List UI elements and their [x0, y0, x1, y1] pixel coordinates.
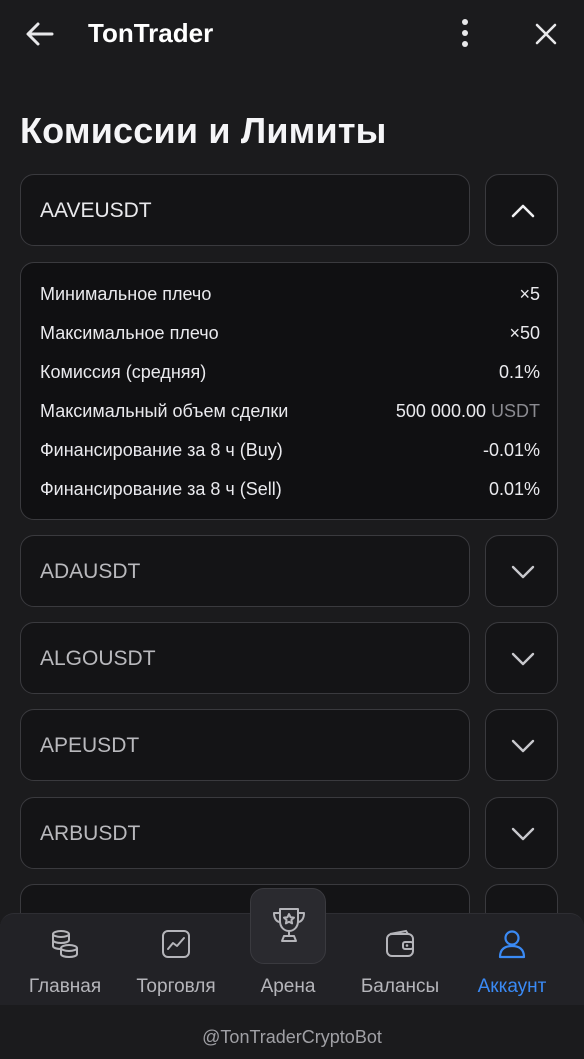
symbol-label: APEUSDT — [40, 734, 140, 757]
detail-row-max-leverage: Максимальное плечо ×50 — [40, 319, 540, 347]
symbol-label: ADAUSDT — [40, 560, 141, 583]
coins-icon — [52, 930, 78, 959]
symbol-selector-adausdt[interactable]: ADAUSDT — [20, 535, 470, 607]
detail-label: Финансирование за 8 ч (Sell) — [40, 479, 282, 499]
detail-label: Минимальное плечо — [40, 284, 212, 304]
nav-label: Главная — [28, 976, 102, 997]
detail-value: ×5 — [519, 284, 540, 304]
chevron-down-icon — [511, 652, 535, 666]
symbol-label: ARBUSDT — [40, 822, 141, 845]
chart-icon — [162, 930, 190, 958]
detail-value: ×50 — [509, 323, 540, 343]
user-icon — [498, 930, 526, 959]
detail-value: 0.1% — [498, 362, 540, 382]
detail-row-min-leverage: Минимальное плечо ×5 — [40, 280, 540, 308]
nav-item-home[interactable]: Главная — [10, 928, 120, 1000]
footer: @TonTraderCryptoBot — [0, 1005, 584, 1059]
nav-label: Арена — [260, 976, 316, 997]
symbol-label: ALGOUSDT — [40, 647, 156, 670]
chevron-up-icon — [511, 204, 535, 218]
detail-row-max-volume: Максимальный объем сделки 500 000.00 USD… — [40, 397, 540, 425]
collapse-button[interactable] — [485, 174, 558, 246]
arena-button[interactable] — [250, 888, 326, 964]
detail-row-commission: Комиссия (средняя) 0.1% — [40, 358, 540, 386]
back-arrow-icon[interactable] — [22, 18, 58, 50]
nav-label: Торговля — [136, 976, 216, 997]
detail-label: Максимальный объем сделки — [40, 401, 289, 421]
limits-details-panel: Минимальное плечо ×5 Максимальное плечо … — [20, 262, 558, 520]
detail-value-with-unit: 500 000.00 USDT — [396, 401, 540, 422]
more-menu-icon[interactable] — [452, 16, 478, 50]
page-title: Комиссии и Лимиты — [20, 110, 387, 151]
nav-label: Аккаунт — [477, 976, 547, 997]
detail-row-funding-buy: Финансирование за 8 ч (Buy) -0.01% — [40, 436, 540, 464]
app-title: TonTrader — [88, 18, 214, 48]
symbol-selector-apeusdt[interactable]: APEUSDT — [20, 709, 470, 781]
nav-item-trading[interactable]: Торговля — [121, 928, 231, 1000]
expand-button[interactable] — [485, 709, 558, 781]
expand-button[interactable] — [485, 535, 558, 607]
symbol-selector-arbusdt[interactable]: ARBUSDT — [20, 797, 470, 869]
chevron-down-icon — [511, 565, 535, 579]
nav-item-balances[interactable]: Балансы — [345, 928, 455, 1000]
detail-row-funding-sell: Финансирование за 8 ч (Sell) 0.01% — [40, 475, 540, 503]
expand-button[interactable] — [485, 622, 558, 694]
symbol-selector-aaveusdt[interactable]: AAVEUSDT — [20, 174, 470, 246]
app-header: TonTrader — [0, 0, 584, 68]
chevron-down-icon — [511, 739, 535, 753]
chevron-down-icon — [511, 827, 535, 841]
bot-handle: @TonTraderCryptoBot — [202, 1027, 382, 1047]
detail-label: Финансирование за 8 ч (Buy) — [40, 440, 283, 460]
detail-label: Максимальное плечо — [40, 323, 219, 343]
expand-button[interactable] — [485, 797, 558, 869]
wallet-icon — [386, 929, 414, 957]
detail-value: 500 000.00 — [395, 401, 486, 421]
nav-label: Балансы — [360, 976, 440, 997]
detail-value: 0.01% — [488, 479, 540, 499]
detail-value: -0.01% — [482, 440, 540, 460]
detail-label: Комиссия (средняя) — [40, 362, 207, 382]
nav-item-account[interactable]: Аккаунт — [457, 928, 567, 1000]
symbol-selector-algousdt[interactable]: ALGOUSDT — [20, 622, 470, 694]
symbol-label: AAVEUSDT — [40, 199, 152, 222]
detail-unit: USDT — [491, 401, 540, 421]
close-icon[interactable] — [532, 20, 560, 48]
trophy-icon — [273, 908, 305, 942]
